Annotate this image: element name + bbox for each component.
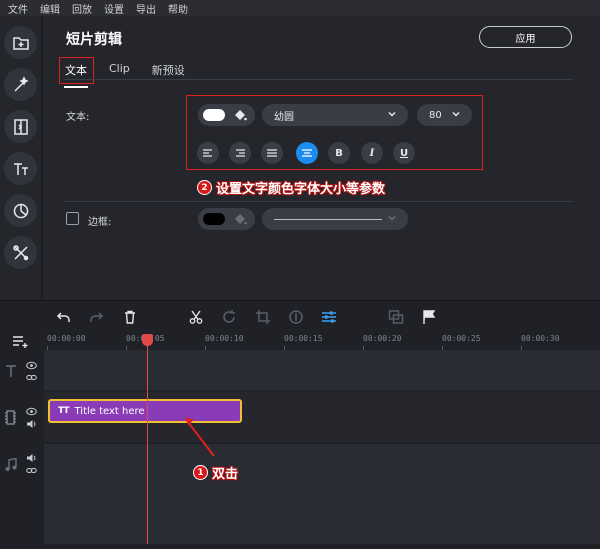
cut-icon[interactable] <box>188 309 204 325</box>
ruler-label: 00:00:10 <box>205 334 244 343</box>
bold-icon: B <box>335 147 343 159</box>
text-label: 文本: <box>66 112 90 123</box>
audio-track[interactable] <box>44 444 600 544</box>
font-select[interactable]: 幼圆 <box>262 104 408 126</box>
adjust-icon[interactable] <box>321 309 337 325</box>
title-track[interactable] <box>44 350 600 390</box>
text-color-picker[interactable] <box>198 104 255 126</box>
paint-bucket-icon <box>235 110 247 121</box>
visibility-icon[interactable] <box>26 407 37 416</box>
text-icon: TT <box>58 406 69 416</box>
music-note-icon <box>5 458 17 471</box>
playhead-line <box>147 343 148 544</box>
undo-icon[interactable] <box>56 309 72 325</box>
menu-export[interactable]: 导出 <box>136 1 156 16</box>
align-left-button[interactable] <box>197 142 219 164</box>
add-track-area <box>0 332 44 350</box>
font-value: 幼圆 <box>274 111 294 123</box>
ruler-label: 00:00:30 <box>521 334 560 343</box>
video-track-header <box>0 392 44 442</box>
add-track-icon[interactable] <box>12 334 30 348</box>
color-icon[interactable] <box>288 309 304 325</box>
import-icon[interactable] <box>4 26 37 59</box>
annotation-step2: 2 设置文字颜色字体大小等参数 <box>197 178 385 197</box>
redo-icon[interactable] <box>88 309 104 325</box>
tool-sidebar <box>0 16 42 300</box>
flag-icon[interactable] <box>421 309 437 325</box>
border-color-picker[interactable] <box>198 208 255 230</box>
tools-icon[interactable] <box>4 236 37 269</box>
menu-edit[interactable]: 编辑 <box>40 1 60 16</box>
font-size-value: 80 <box>429 109 442 121</box>
chevron-down-icon <box>452 111 460 117</box>
section-divider <box>63 201 573 202</box>
paint-bucket-icon <box>235 214 247 225</box>
step-badge: 1 <box>193 465 208 480</box>
justify-button[interactable] <box>261 142 283 164</box>
menu-help[interactable]: 帮助 <box>168 1 188 16</box>
ruler-label: 00:00:25 <box>442 334 481 343</box>
annotation-text: 设置文字颜色字体大小等参数 <box>216 182 386 197</box>
ruler-label: 00:00:00 <box>47 334 86 343</box>
apply-button[interactable]: 应用 <box>479 26 572 48</box>
align-right-icon <box>236 149 245 157</box>
panel-title: 短片剪辑 <box>66 32 122 48</box>
crop-icon[interactable] <box>255 309 271 325</box>
rotate-icon[interactable] <box>221 309 237 325</box>
annotation-step1: 1 双击 <box>193 463 238 482</box>
chevron-down-icon <box>388 215 396 221</box>
annotation-arrow <box>185 417 215 457</box>
menu-settings[interactable]: 设置 <box>104 1 124 16</box>
align-center-button[interactable] <box>296 142 318 164</box>
align-right-button[interactable] <box>229 142 251 164</box>
menu-bar: 文件 编辑 回放 设置 导出 帮助 <box>0 0 600 16</box>
italic-button[interactable]: I <box>361 142 383 164</box>
filter-icon[interactable] <box>4 194 37 227</box>
italic-icon: I <box>369 147 375 159</box>
align-center-icon <box>302 149 312 157</box>
visibility-icon[interactable] <box>26 361 37 370</box>
link-icon[interactable] <box>26 373 37 382</box>
underline-icon: U <box>399 147 409 159</box>
playhead-handle[interactable] <box>142 334 153 346</box>
step-badge: 2 <box>197 180 212 195</box>
justify-icon <box>267 149 277 157</box>
menu-playback[interactable]: 回放 <box>72 1 92 16</box>
ruler-label: 00:00:15 <box>284 334 323 343</box>
text-color-swatch <box>203 109 225 121</box>
annotation-text: 双击 <box>212 467 239 482</box>
overlay-icon[interactable] <box>388 309 404 325</box>
title-track-icon <box>6 365 16 377</box>
speaker-icon[interactable] <box>26 419 37 429</box>
border-label: 边框: <box>88 217 112 228</box>
tab-divider <box>63 79 573 80</box>
border-style-select[interactable] <box>262 208 408 230</box>
magic-wand-icon[interactable] <box>4 68 37 101</box>
line-style-preview <box>274 218 382 220</box>
link-icon[interactable] <box>26 466 37 475</box>
menu-file[interactable]: 文件 <box>8 1 28 16</box>
align-left-icon <box>203 149 212 157</box>
speaker-icon[interactable] <box>26 453 37 463</box>
clip-editor-panel: 短片剪辑 应用 文本 Clip 新预设 文本: 幼圆 80 B I U 2 设置… <box>43 16 600 300</box>
timeline-toolbar <box>0 300 600 332</box>
border-color-swatch <box>203 213 225 225</box>
video-track-icon <box>5 410 16 425</box>
chevron-down-icon <box>388 111 396 117</box>
audio-track-header <box>0 444 44 544</box>
text-icon[interactable] <box>4 152 37 185</box>
delete-icon[interactable] <box>122 309 138 325</box>
underline-button[interactable]: U <box>393 142 415 164</box>
timeline-ruler[interactable]: 00:00:00 00:00:05 00:00:10 00:00:15 00:0… <box>44 332 600 350</box>
title-track-header <box>0 350 44 390</box>
clip-label: Title text here <box>74 405 145 417</box>
transition-icon[interactable] <box>4 110 37 143</box>
font-size-select[interactable]: 80 <box>417 104 472 126</box>
border-checkbox[interactable] <box>66 212 79 225</box>
ruler-label: 00:00:20 <box>363 334 402 343</box>
bold-button[interactable]: B <box>328 142 350 164</box>
